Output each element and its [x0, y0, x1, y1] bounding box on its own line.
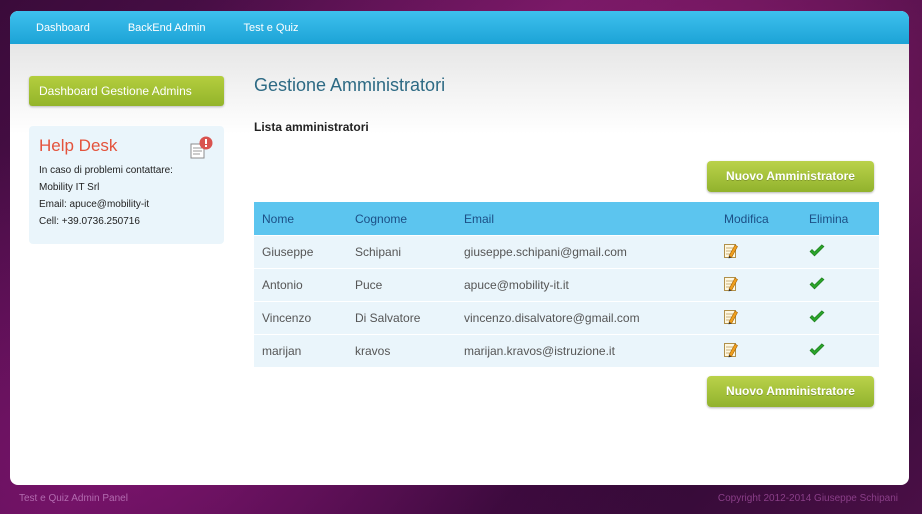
helpdesk-box: Help Desk In caso di problemi contattare… [29, 126, 224, 244]
cell-nome: Antonio [254, 268, 347, 302]
col-nome: Nome [262, 211, 295, 226]
edit-pencil-icon[interactable] [724, 342, 738, 361]
checkmark-icon[interactable] [809, 243, 825, 261]
table-row: Giuseppe Schipani giuseppe.schipani@gmail.… [254, 235, 879, 269]
footer-copyright: Copyright 2012-2014 Giuseppe Schipani [717, 493, 898, 504]
cell-cognome: Puce [347, 268, 456, 302]
cell-cognome: kravos [347, 334, 456, 367]
sidebar: Dashboard Gestione Admins Help Desk In c… [29, 76, 224, 244]
new-admin-button-top[interactable]: Nuovo Amministratore [707, 161, 874, 192]
edit-pencil-icon[interactable] [724, 276, 738, 295]
table-row: marijan kravos marijan.kravos@istruzione.i… [254, 334, 879, 367]
helpdesk-title: Help Desk [39, 136, 118, 155]
cell-cognome: Di Salvatore [347, 301, 456, 335]
cell-modifica [716, 334, 801, 367]
checkmark-icon[interactable] [809, 276, 825, 294]
helpdesk-alert-icon [190, 136, 214, 165]
col-elimina: Elimina [809, 211, 849, 226]
footer: Test e Quiz Admin Panel Copyright 2012-2… [19, 493, 898, 504]
table-header-row: Nome Cognome Email Modifica Elimina [254, 202, 879, 236]
nav-test-e-quiz[interactable]: Test e Quiz [243, 22, 298, 34]
cell-elimina [801, 268, 879, 302]
admins-table: Nome Cognome Email Modifica Elimina Gius… [254, 202, 879, 367]
cell-elimina [801, 235, 879, 269]
helpdesk-email: Email: apuce@mobility-it [39, 199, 150, 210]
main-content: Gestione Amministratori Lista amministra… [254, 75, 879, 407]
cell-nome: Giuseppe [254, 235, 347, 269]
helpdesk-line: In caso di problemi contattare: [39, 165, 173, 176]
checkmark-icon[interactable] [809, 342, 825, 360]
cell-modifica [716, 235, 801, 269]
cell-nome: marijan [254, 334, 347, 367]
cell-email: giuseppe.schipani@gmail.com [456, 235, 716, 269]
footer-panel-name: Test e Quiz Admin Panel [19, 493, 128, 504]
nav-backend-admin[interactable]: BackEnd Admin [128, 22, 206, 34]
col-cognome: Cognome [355, 211, 408, 226]
page-title: Gestione Amministratori [254, 75, 446, 95]
table-row: Antonio Puce apuce@mobility-it.it [254, 268, 879, 302]
cell-modifica [716, 301, 801, 335]
main-panel: Dashboard BackEnd Admin Test e Quiz Dash… [10, 11, 909, 485]
table-row: Vincenzo Di Salvatore vincenzo.disalvatore… [254, 301, 879, 335]
cell-modifica [716, 268, 801, 302]
dashboard-gestione-admins-button[interactable]: Dashboard Gestione Admins [29, 76, 224, 106]
cell-nome: Vincenzo [254, 301, 347, 335]
cell-elimina [801, 334, 879, 367]
col-email: Email [464, 211, 495, 226]
cell-email: apuce@mobility-it.it [456, 268, 716, 302]
helpdesk-phone: Cell: +39.0736.250716 [39, 216, 140, 227]
cell-elimina [801, 301, 879, 335]
new-admin-button-bottom[interactable]: Nuovo Amministratore [707, 376, 874, 407]
edit-pencil-icon[interactable] [724, 243, 738, 262]
col-modifica: Modifica [724, 211, 769, 226]
helpdesk-company: Mobility IT Srl [39, 182, 100, 193]
cell-email: vincenzo.disalvatore@gmail.com [456, 301, 716, 335]
list-subtitle: Lista amministratori [254, 120, 369, 134]
top-navigation: Dashboard BackEnd Admin Test e Quiz [10, 11, 909, 44]
cell-cognome: Schipani [347, 235, 456, 269]
checkmark-icon[interactable] [809, 309, 825, 327]
cell-email: marijan.kravos@istruzione.it [456, 334, 716, 367]
edit-pencil-icon[interactable] [724, 309, 738, 328]
nav-dashboard[interactable]: Dashboard [36, 22, 90, 34]
